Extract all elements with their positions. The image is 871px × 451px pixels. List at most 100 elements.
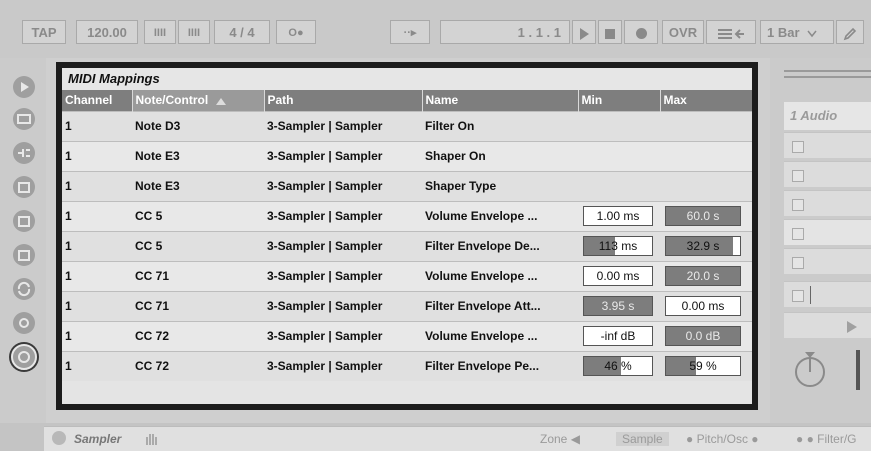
min-value-field[interactable]: -inf dB (583, 326, 653, 346)
hot-swap-icon[interactable] (13, 278, 35, 300)
channel-cell: 1 (62, 170, 132, 201)
pan-knob-icon[interactable] (792, 350, 832, 394)
nudge-up-button[interactable]: IIII (178, 20, 210, 44)
col-channel[interactable]: Channel (62, 90, 133, 111)
device-power-icon[interactable] (52, 431, 66, 445)
note-control-cell: CC 72 (132, 320, 264, 351)
clip-slot[interactable] (784, 161, 871, 187)
min-cell: 46 % (578, 350, 660, 381)
quantize-dropdown[interactable]: 1 Bar (760, 20, 834, 44)
max-cell (660, 170, 752, 201)
channel-cell: 1 (62, 230, 132, 261)
table-row[interactable]: 1 CC 71 3-Sampler | Sampler Filter Envelope… (62, 290, 752, 321)
device-browser-icon[interactable] (13, 108, 35, 130)
tap-button[interactable]: TAP (22, 20, 66, 44)
max-value-field[interactable]: 0.0 dB (665, 326, 741, 346)
folder-1-icon[interactable] (13, 176, 35, 198)
max-value-field[interactable]: 0.00 ms (665, 296, 741, 316)
table-row[interactable]: 1 CC 72 3-Sampler | Sampler Volume Envelope… (62, 320, 752, 351)
tab-zone[interactable]: Zone ◀ (540, 432, 580, 446)
table-row[interactable]: 1 CC 5 3-Sampler | Sampler Volume Envelope … (62, 200, 752, 231)
time-signature-field[interactable]: 4 / 4 (214, 20, 270, 44)
table-header: Channel Note/Control Path Name Min Max (62, 90, 752, 111)
min-value-field[interactable]: 3.95 s (583, 296, 653, 316)
key-map-icon[interactable] (13, 312, 35, 334)
note-control-cell: CC 5 (132, 230, 264, 261)
scroll-lines (784, 70, 871, 78)
table-row[interactable]: 1 Note E3 3-Sampler | Sampler Shaper Type (62, 170, 752, 201)
folder-2-icon[interactable] (13, 210, 35, 232)
name-cell: Volume Envelope ... (422, 260, 578, 291)
tab-pitch-osc[interactable]: ● Pitch/Osc ● (686, 432, 759, 446)
nudge-down-button[interactable]: IIII (144, 20, 176, 44)
play-icon (847, 321, 857, 333)
col-path[interactable]: Path (264, 90, 423, 111)
table-row[interactable]: 1 Note E3 3-Sampler | Sampler Shaper On (62, 140, 752, 171)
play-circle-icon[interactable] (13, 76, 35, 98)
draw-mode-menu-button[interactable] (706, 20, 756, 44)
table-row[interactable]: 1 Note D3 3-Sampler | Sampler Filter On (62, 110, 752, 141)
col-name[interactable]: Name (422, 90, 579, 111)
max-value-field[interactable]: 32.9 s (665, 236, 741, 256)
folder-3-icon[interactable] (13, 244, 35, 266)
max-value-field[interactable]: 59 % (665, 356, 741, 377)
table-row[interactable]: 1 CC 71 3-Sampler | Sampler Volume Envelope… (62, 260, 752, 291)
table-row[interactable]: 1 CC 5 3-Sampler | Sampler Filter Envelope … (62, 230, 752, 261)
min-value-text: 1.00 ms (596, 209, 640, 223)
clip-slot[interactable] (784, 219, 871, 245)
record-button[interactable] (624, 20, 658, 44)
stop-button[interactable] (598, 20, 622, 44)
path-cell: 3-Sampler | Sampler (264, 230, 422, 261)
chevron-down-icon (807, 30, 817, 37)
midi-map-icon[interactable] (11, 344, 37, 370)
metronome-button[interactable]: O● (276, 20, 316, 44)
meter-bar (856, 350, 860, 390)
min-value-text: 46 % (604, 359, 632, 374)
stop-clip-button[interactable] (784, 312, 871, 338)
quantize-value: 1 Bar (767, 25, 800, 40)
session-view-edge: 1 Audio (770, 58, 871, 423)
min-value-text: -inf dB (600, 329, 636, 343)
follow-button[interactable]: ··▸ (390, 20, 430, 44)
hand-icon (146, 434, 157, 445)
channel-cell: 1 (62, 320, 132, 351)
path-cell: 3-Sampler | Sampler (264, 320, 422, 351)
col-note-control[interactable]: Note/Control (132, 90, 265, 111)
table-row[interactable]: 1 CC 72 3-Sampler | Sampler Filter Envelope… (62, 350, 752, 381)
path-cell: 3-Sampler | Sampler (264, 290, 422, 321)
col-min[interactable]: Min (578, 90, 661, 111)
track-title[interactable]: 1 Audio (784, 102, 871, 130)
overdub-button[interactable]: OVR (662, 20, 704, 44)
min-value-field[interactable]: 46 % (583, 356, 653, 377)
channel-cell: 1 (62, 140, 132, 171)
tab-filter[interactable]: ● ● Filter/G (796, 432, 857, 446)
col-max[interactable]: Max (660, 90, 752, 111)
draw-mode-button[interactable] (836, 20, 864, 44)
name-cell: Shaper Type (422, 170, 578, 201)
max-value-field[interactable]: 20.0 s (665, 266, 741, 286)
menu-lines-icon (718, 28, 744, 39)
tempo-field[interactable]: 120.00 (76, 20, 138, 44)
max-cell (660, 110, 752, 141)
name-cell: Filter Envelope De... (422, 230, 578, 261)
clip-slot[interactable] (784, 281, 871, 307)
plugin-browser-icon[interactable] (13, 142, 35, 164)
max-value-text: 60.0 s (686, 209, 720, 223)
play-button[interactable] (572, 20, 596, 44)
min-value-field[interactable]: 113 ms (583, 236, 653, 256)
note-control-cell: Note E3 (132, 170, 264, 201)
min-value-field[interactable]: 1.00 ms (583, 206, 653, 226)
song-position-field[interactable]: 1 . 1 . 1 (440, 20, 570, 44)
clip-slot[interactable] (784, 190, 871, 216)
clip-slot[interactable] (784, 248, 871, 274)
max-cell: 32.9 s (660, 230, 752, 261)
device-bar: Sampler Zone ◀ Sample ● Pitch/Osc ● ● ● … (0, 423, 871, 451)
min-value-field[interactable]: 0.00 ms (583, 266, 653, 286)
clip-slot[interactable] (784, 132, 871, 158)
channel-cell: 1 (62, 350, 132, 381)
note-control-cell: CC 72 (132, 350, 264, 381)
tab-sample[interactable]: Sample (616, 432, 669, 446)
max-value-field[interactable]: 60.0 s (665, 206, 741, 226)
panel-title: MIDI Mappings (62, 68, 752, 90)
min-value-text: 3.95 s (601, 299, 635, 313)
